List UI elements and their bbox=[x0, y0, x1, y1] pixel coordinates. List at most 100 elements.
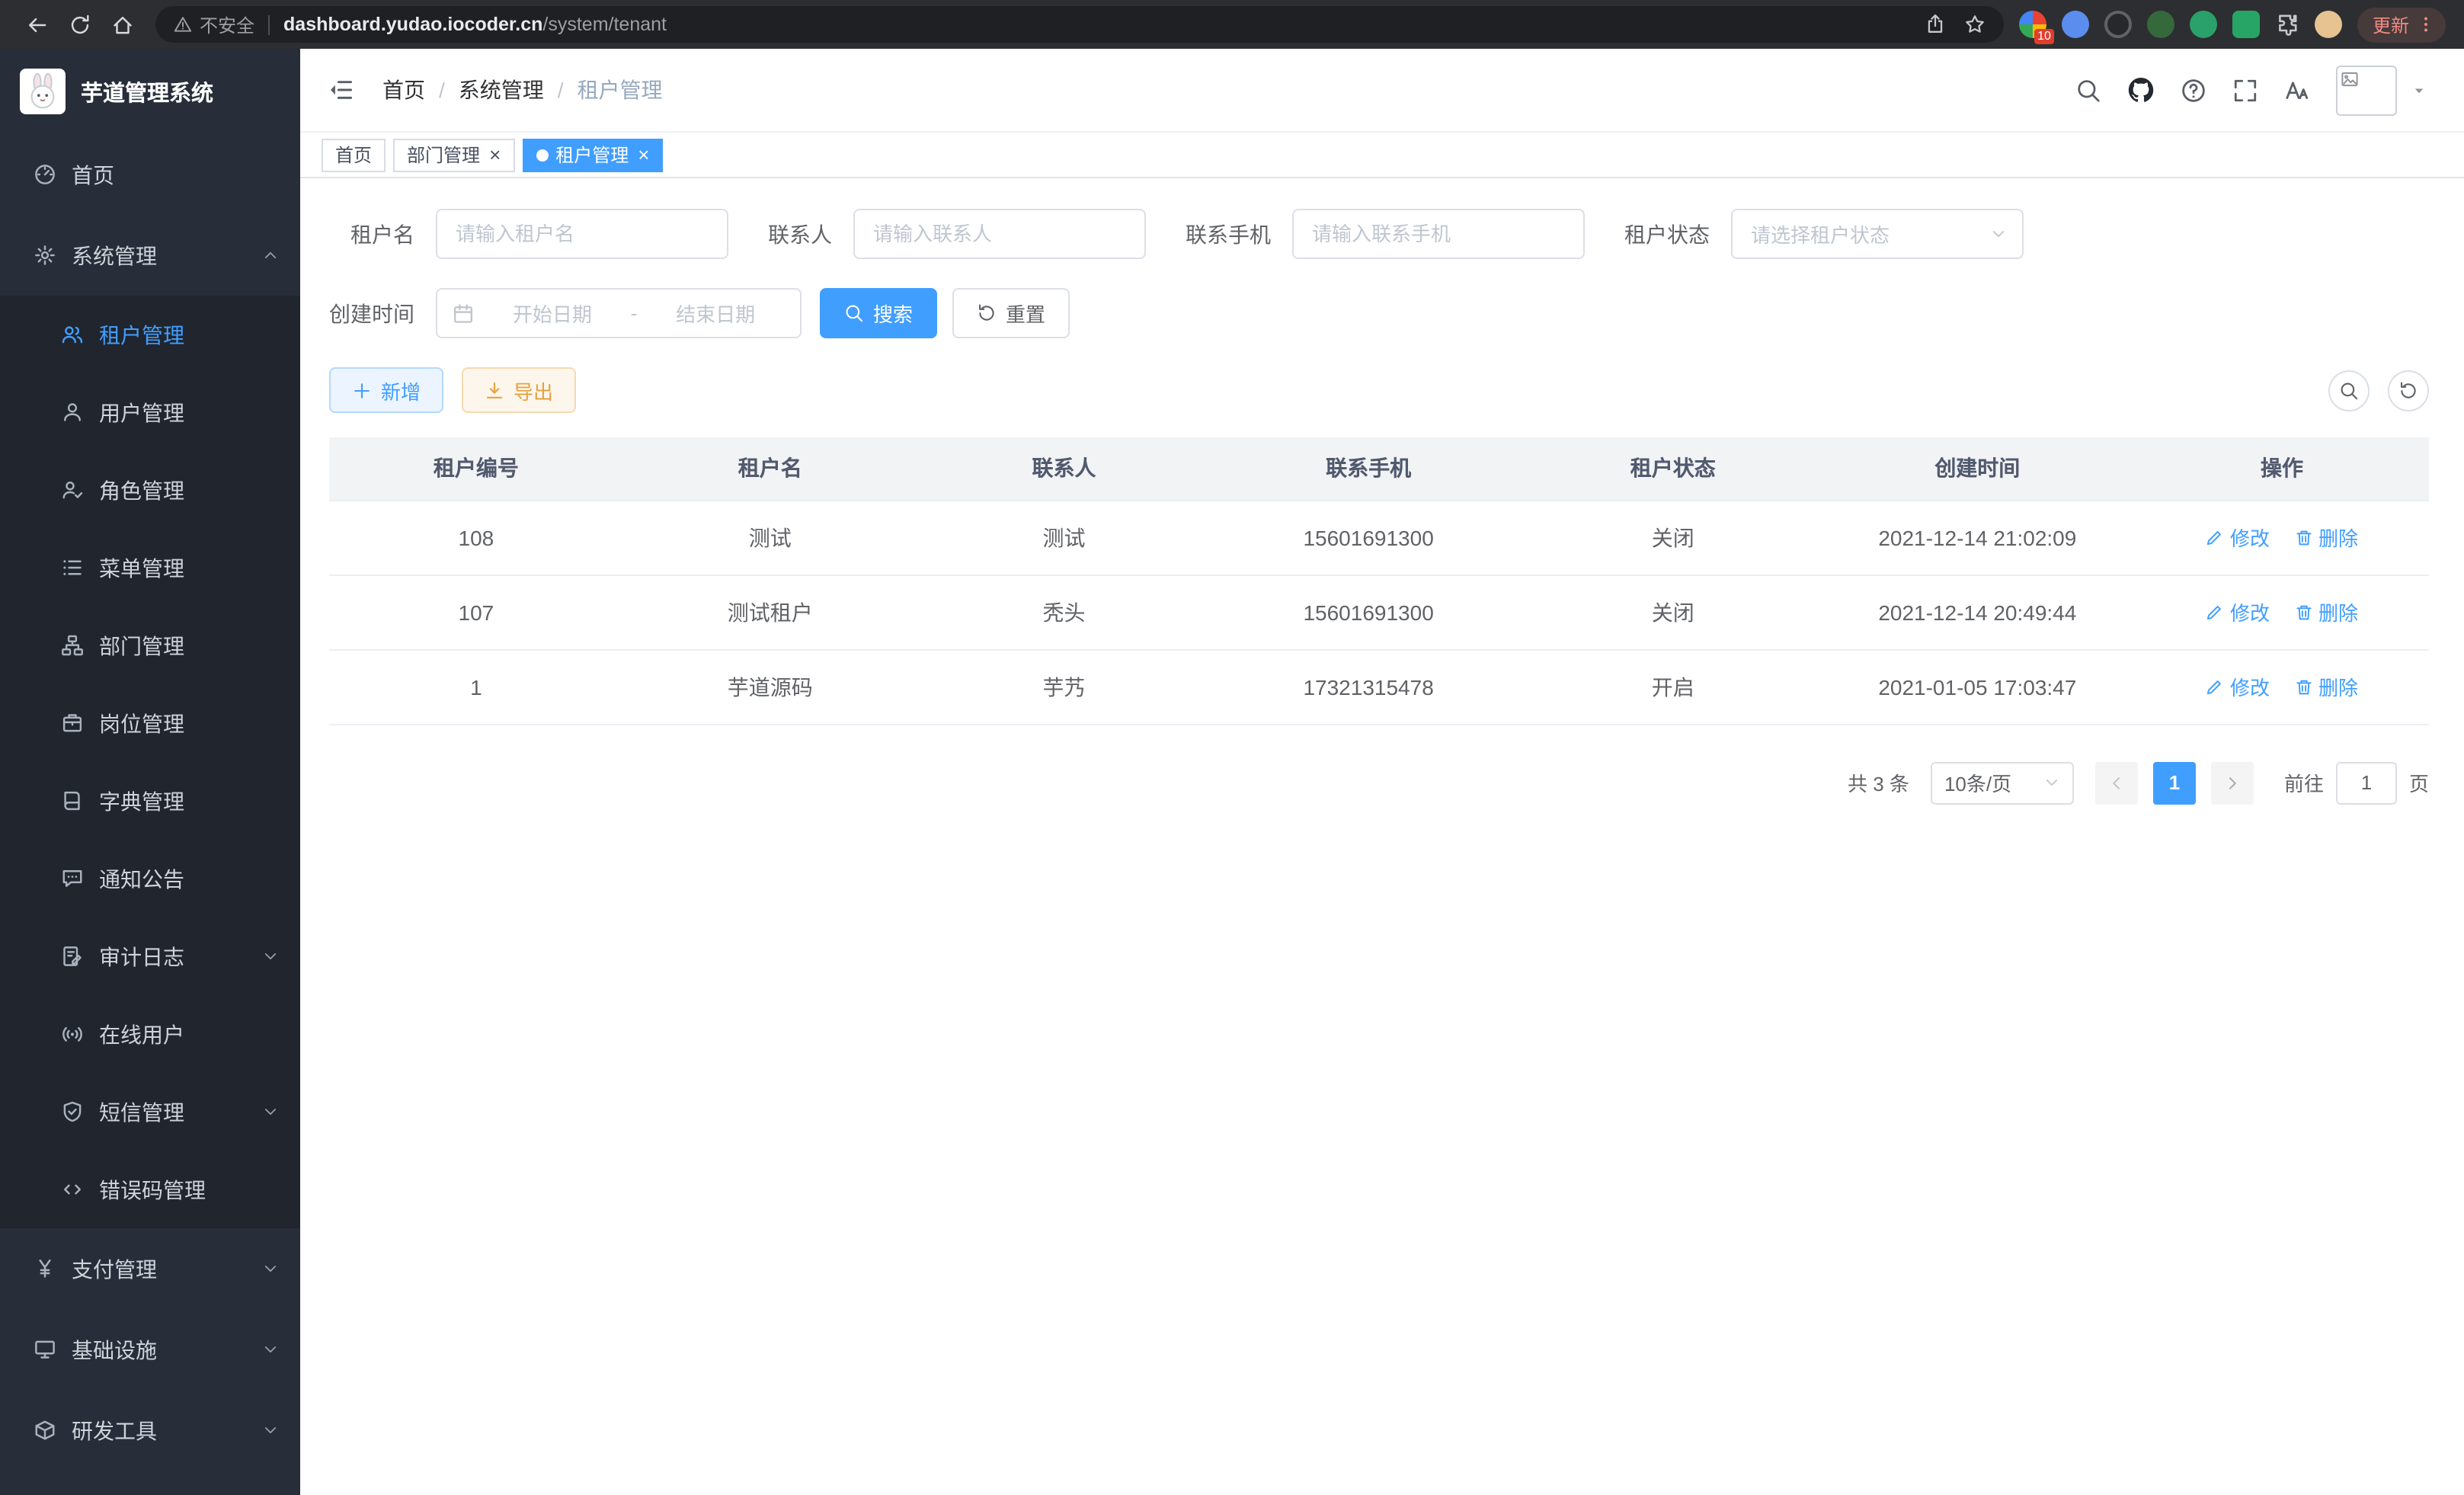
delete-link[interactable]: 删除 bbox=[2294, 672, 2358, 701]
export-button-label: 导出 bbox=[514, 376, 553, 405]
sidebar-item-system[interactable]: 系统管理 bbox=[0, 215, 300, 296]
prev-page-button[interactable] bbox=[2095, 761, 2138, 804]
edit-link-label: 修改 bbox=[2230, 672, 2270, 701]
sidebar-item-infra[interactable]: 基础设施 bbox=[0, 1309, 300, 1390]
extension-icon[interactable] bbox=[2232, 11, 2260, 38]
sidebar-item-user[interactable]: 用户管理 bbox=[0, 373, 300, 451]
create-time-range-picker[interactable]: 开始日期 - 结束日期 bbox=[436, 288, 802, 338]
extension-icon[interactable] bbox=[2190, 11, 2217, 38]
fullscreen-icon[interactable] bbox=[2232, 77, 2258, 103]
select-placeholder: 请选择租户状态 bbox=[1751, 219, 1890, 248]
breadcrumb-item: 租户管理 bbox=[578, 75, 663, 105]
column-header: 创建时间 bbox=[1820, 437, 2135, 500]
browser-extensions: 10 bbox=[2019, 11, 2342, 38]
tenant-status-select[interactable]: 请选择租户状态 bbox=[1731, 209, 2024, 259]
extension-icon[interactable] bbox=[2062, 11, 2089, 38]
security-chip[interactable]: 不安全 bbox=[174, 11, 254, 37]
pagination-total: 共 3 条 bbox=[1848, 768, 1909, 797]
export-button[interactable]: 导出 bbox=[462, 367, 576, 413]
extension-icon[interactable] bbox=[2147, 11, 2174, 38]
sidebar-item-audit-log[interactable]: 审计日志 bbox=[0, 917, 300, 995]
search-button[interactable]: 搜索 bbox=[820, 288, 937, 338]
date-start-placeholder: 开始日期 bbox=[483, 299, 622, 328]
sidebar-item-online-user[interactable]: 在线用户 bbox=[0, 995, 300, 1073]
breadcrumb-item[interactable]: 系统管理 bbox=[459, 75, 544, 105]
browser-reload-icon[interactable] bbox=[61, 6, 98, 43]
delete-link[interactable]: 删除 bbox=[2294, 597, 2358, 626]
sidebar-item-post[interactable]: 岗位管理 bbox=[0, 684, 300, 762]
tab-home[interactable]: 首页 bbox=[322, 138, 386, 171]
cell-created_at: 2021-12-14 20:49:44 bbox=[1820, 575, 2135, 649]
tab-label: 租户管理 bbox=[555, 142, 629, 168]
filter-row-1: 租户名 联系人 联系手机 租户状态 请选择租户状态 bbox=[329, 209, 2429, 259]
add-button[interactable]: 新增 bbox=[329, 367, 443, 413]
sidebar-item-notice[interactable]: 通知公告 bbox=[0, 840, 300, 917]
sidebar-item-menu[interactable]: 菜单管理 bbox=[0, 529, 300, 607]
cell-created_at: 2021-01-05 17:03:47 bbox=[1820, 649, 2135, 724]
avatar-caret-down-icon[interactable] bbox=[2411, 82, 2427, 98]
browser-update-button[interactable]: 更新 bbox=[2357, 7, 2446, 42]
extensions-puzzle-icon[interactable] bbox=[2275, 12, 2299, 37]
page-number-button[interactable]: 1 bbox=[2153, 761, 2196, 804]
column-header: 联系人 bbox=[917, 437, 1211, 500]
page-size-select[interactable]: 10条/页 bbox=[1931, 761, 2074, 804]
cell-status: 关闭 bbox=[1526, 575, 1820, 649]
extension-icon[interactable]: 10 bbox=[2019, 11, 2046, 38]
sidebar-toggle-icon[interactable] bbox=[328, 76, 355, 104]
online-icon bbox=[61, 1023, 84, 1045]
app-logo[interactable]: 芋道管理系统 bbox=[0, 49, 300, 134]
sidebar-item-dept[interactable]: 部门管理 bbox=[0, 607, 300, 684]
edit-link[interactable]: 修改 bbox=[2206, 597, 2270, 626]
sidebar-item-label: 错误码管理 bbox=[99, 1174, 279, 1205]
reset-button-label: 重置 bbox=[1006, 299, 1045, 328]
phone-label: 联系手机 bbox=[1186, 219, 1271, 249]
sidebar-item-pay[interactable]: 支付管理 bbox=[0, 1228, 300, 1309]
toggle-search-button[interactable] bbox=[2328, 370, 2370, 411]
url-bar[interactable]: 不安全 dashboard.yudao.iocoder.cn /system/t… bbox=[155, 6, 2004, 43]
goto-page-input[interactable] bbox=[2336, 761, 2397, 804]
sidebar-item-home[interactable]: 首页 bbox=[0, 134, 300, 215]
edit-link[interactable]: 修改 bbox=[2206, 672, 2270, 701]
screen: 不安全 dashboard.yudao.iocoder.cn /system/t… bbox=[0, 0, 2464, 1495]
help-icon[interactable] bbox=[2181, 77, 2206, 103]
sidebar-item-sms[interactable]: 短信管理 bbox=[0, 1073, 300, 1151]
tenant-name-input[interactable] bbox=[436, 209, 728, 259]
sidebar-item-tenant[interactable]: 租户管理 bbox=[0, 296, 300, 373]
search-icon[interactable] bbox=[2075, 77, 2101, 103]
browser-menu-kebab-icon[interactable] bbox=[2417, 15, 2435, 34]
browser-back-icon[interactable] bbox=[18, 6, 55, 43]
sidebar-item-dev-tool[interactable]: 研发工具 bbox=[0, 1390, 300, 1471]
bookmark-star-icon[interactable] bbox=[1964, 14, 1986, 35]
user-avatar[interactable] bbox=[2336, 65, 2397, 115]
breadcrumb-item[interactable]: 首页 bbox=[382, 75, 425, 105]
font-size-icon[interactable] bbox=[2284, 77, 2310, 103]
next-page-button[interactable] bbox=[2211, 761, 2254, 804]
contact-input[interactable] bbox=[853, 209, 1146, 259]
sidebar-item-dict[interactable]: 字典管理 bbox=[0, 762, 300, 840]
phone-input[interactable] bbox=[1292, 209, 1585, 259]
reset-button[interactable]: 重置 bbox=[952, 288, 1070, 338]
share-icon[interactable] bbox=[1925, 14, 1946, 35]
github-icon[interactable] bbox=[2127, 76, 2155, 104]
post-icon bbox=[61, 712, 84, 735]
extension-icon[interactable] bbox=[2104, 11, 2132, 38]
tab-close-icon[interactable]: × bbox=[489, 145, 501, 165]
table-row: 108测试测试15601691300关闭2021-12-14 21:02:09修… bbox=[329, 500, 2429, 575]
tab-close-icon[interactable]: × bbox=[638, 145, 649, 165]
breadcrumb-separator: / bbox=[558, 78, 564, 102]
cell-actions: 修改删除 bbox=[2135, 649, 2429, 724]
browser-profile-avatar[interactable] bbox=[2315, 11, 2342, 38]
cell-id: 1 bbox=[329, 649, 623, 724]
tab-tenant[interactable]: 租户管理 × bbox=[522, 138, 663, 171]
edit-link[interactable]: 修改 bbox=[2206, 523, 2270, 552]
cell-phone: 15601691300 bbox=[1211, 575, 1525, 649]
sidebar-item-error-code[interactable]: 错误码管理 bbox=[0, 1151, 300, 1228]
tab-dept[interactable]: 部门管理× bbox=[393, 138, 514, 171]
sidebar-item-role[interactable]: 角色管理 bbox=[0, 451, 300, 529]
download-icon bbox=[485, 380, 504, 400]
sidebar-menu: 首页系统管理租户管理用户管理角色管理菜单管理部门管理岗位管理字典管理通知公告审计… bbox=[0, 134, 300, 1495]
delete-link[interactable]: 删除 bbox=[2294, 523, 2358, 552]
browser-home-icon[interactable] bbox=[104, 6, 140, 43]
refresh-table-button[interactable] bbox=[2388, 370, 2429, 411]
delete-icon bbox=[2294, 528, 2312, 546]
